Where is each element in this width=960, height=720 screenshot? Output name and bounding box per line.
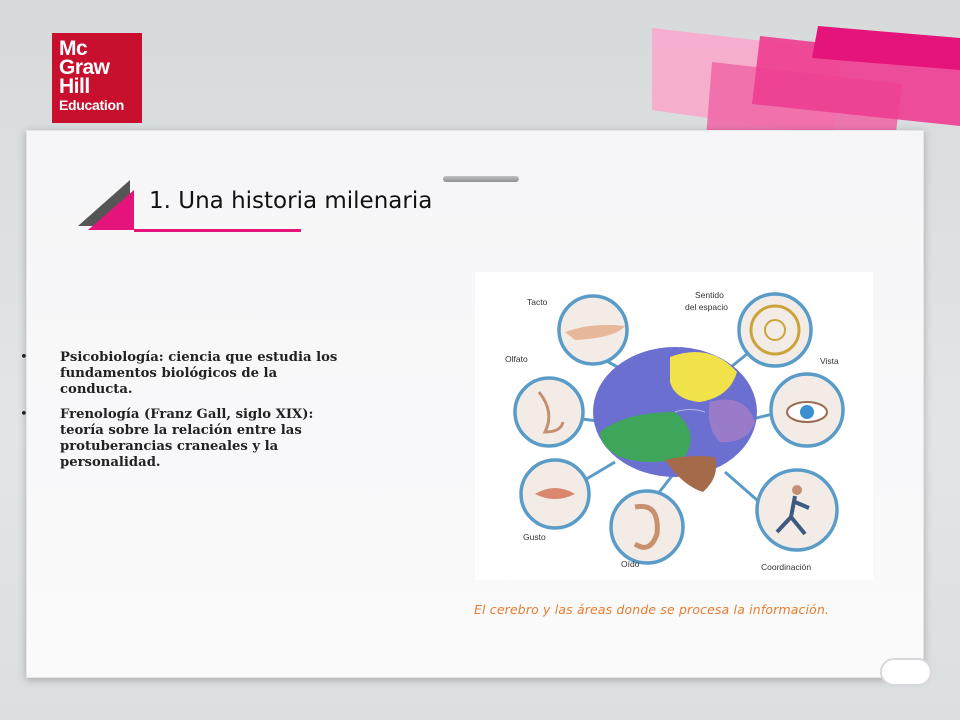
label-vista: Vista [820, 356, 839, 366]
list-item: • Psicobiología: ciencia que estudia los… [20, 350, 350, 398]
title-underline [134, 229, 301, 232]
bullet-list: • Psicobiología: ciencia que estudia los… [20, 350, 350, 480]
label-gusto: Gusto [523, 532, 546, 542]
title-triangle-decoration [78, 180, 134, 230]
label-sentido-2: del espacio [685, 302, 728, 312]
label-sentido-1: Sentido [695, 290, 724, 300]
page-title: 1. Una historia milenaria [149, 188, 433, 214]
brain-icon [593, 347, 757, 492]
list-item: • Frenología (Franz Gall, siglo XIX): te… [20, 407, 350, 471]
card-handle [443, 176, 519, 182]
brain-illustration: Tacto Sentido del espacio Olfato Vista G… [505, 290, 845, 572]
page-number-badge [880, 658, 932, 686]
bullet-marker: • [20, 350, 28, 365]
label-tacto: Tacto [527, 297, 548, 307]
bullet-text: Psicobiología: ciencia que estudia los f… [60, 350, 338, 397]
figure-caption: El cerebro y las áreas donde se procesa … [474, 602, 830, 617]
label-oido: Oído [621, 559, 640, 569]
bullet-marker: • [20, 407, 28, 422]
decorative-ribbons [652, 26, 960, 140]
label-coordinacion: Coordinación [761, 562, 811, 572]
bullet-text: Frenología (Franz Gall, siglo XIX): teor… [60, 407, 314, 470]
brain-figure: Tacto Sentido del espacio Olfato Vista G… [475, 272, 873, 580]
logo-line-education: Education [59, 97, 124, 113]
mcgraw-hill-logo: Mc Graw Hill Education [52, 33, 142, 123]
label-olfato: Olfato [505, 354, 528, 364]
logo-line-hill: Hill [59, 75, 90, 98]
